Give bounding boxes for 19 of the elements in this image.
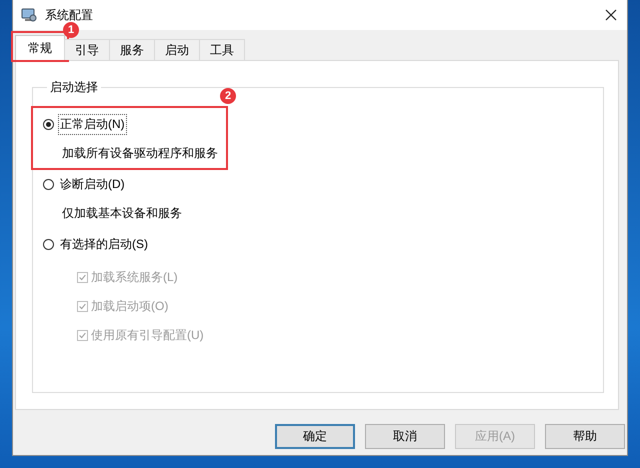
option-description: 加载所有设备驱动程序和服务 (62, 145, 218, 162)
dialog-button[interactable]: 确定 (275, 424, 355, 449)
dialog-button[interactable]: 帮助 (545, 424, 625, 449)
radio-option[interactable]: 正常启动(N) (43, 114, 218, 135)
group-title: 启动选择 (49, 79, 99, 96)
window-title: 系统配置 (45, 6, 94, 24)
radio-button[interactable] (43, 119, 54, 130)
radio-option[interactable]: 有选择的启动(S) (43, 234, 204, 255)
radio-button[interactable] (43, 239, 54, 250)
close-icon[interactable] (605, 9, 617, 21)
radio-button[interactable] (43, 179, 54, 190)
tab[interactable]: 常规 (15, 35, 65, 60)
option-description: 仅加载基本设备和服务 (62, 205, 182, 222)
tab[interactable]: 工具 (199, 39, 245, 60)
computer-icon (21, 7, 37, 23)
step-badge: 2 (220, 88, 236, 104)
radio-option[interactable]: 诊断启动(D) (43, 174, 182, 195)
dialog-button[interactable]: 取消 (365, 424, 445, 449)
tab[interactable]: 引导 (64, 39, 110, 60)
